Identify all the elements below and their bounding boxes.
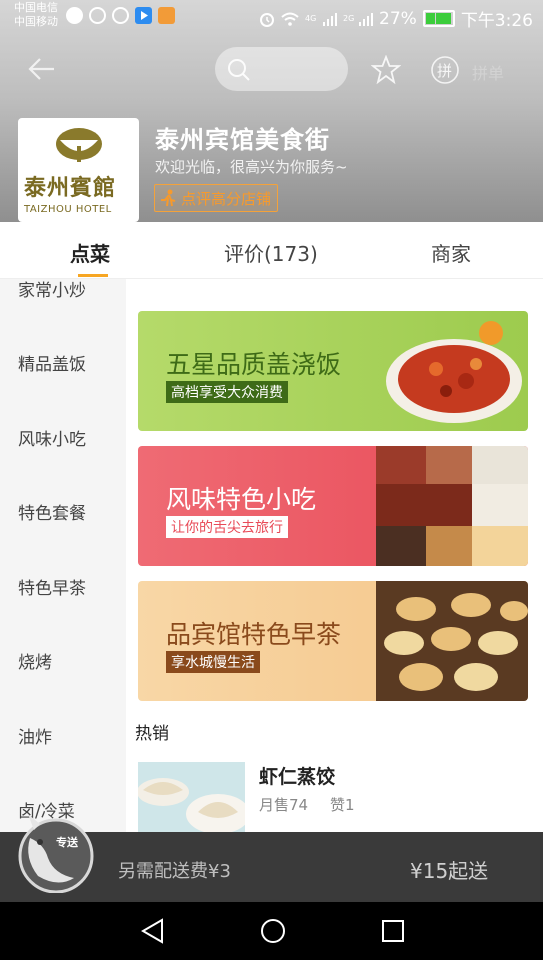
back-arrow-icon[interactable]: [26, 54, 56, 84]
tab-reviews[interactable]: 评价(173): [224, 238, 318, 267]
banner-title: 品宾馆特色早茶: [166, 620, 342, 649]
category-item[interactable]: 风味小吃: [18, 425, 86, 450]
category-sidebar: 家常小炒 精品盖饭 风味小吃 特色套餐 特色早茶 烧烤 油炸 卤/冷菜: [0, 279, 126, 832]
category-item[interactable]: 家常小炒: [18, 279, 86, 301]
promo-banner-rice[interactable]: 五星品质盖浇饭 高档享受大众消费: [138, 311, 528, 431]
notification-icon: [89, 7, 106, 24]
promo-banner-tea[interactable]: 品宾馆特色早茶 享水城慢生活: [138, 581, 528, 701]
wifi-icon: [281, 12, 299, 26]
carrier-1: 中国电信: [14, 1, 58, 14]
category-item[interactable]: 精品盖饭: [18, 350, 86, 375]
high-rating-badge: 点评高分店铺: [154, 184, 279, 212]
group-order-button[interactable]: 拼: [430, 55, 460, 85]
group-order-glyph: 拼: [437, 62, 453, 80]
search-icon: [228, 59, 250, 81]
battery-icon: [422, 10, 455, 27]
message-icon: [66, 7, 83, 24]
favorite-star-icon[interactable]: [370, 54, 402, 85]
home-circle-icon[interactable]: [259, 917, 287, 945]
signal-icon: [323, 12, 338, 26]
battery-percent: 27%: [379, 8, 417, 29]
banner-subtitle: 高档享受大众消费: [166, 381, 288, 403]
group-order-label[interactable]: 拼单: [472, 60, 504, 84]
hot-section-label: 热销: [135, 724, 169, 744]
store-logo: 泰州賓館 TAIZHOU HOTEL: [18, 118, 139, 222]
video-app-icon: [135, 7, 152, 24]
alarm-icon: [260, 12, 275, 27]
banner-subtitle: 享水城慢生活: [166, 651, 260, 673]
carrier-2: 中国移动: [14, 15, 58, 28]
dish-monthly-sales: 月售74: [259, 796, 309, 814]
status-bar: 中国电信 中国移动 4G 2G 27% 下午3:26: [0, 0, 543, 32]
minimum-order-button[interactable]: ¥15起送: [410, 855, 488, 884]
tab-merchant[interactable]: 商家: [431, 238, 471, 267]
category-item[interactable]: 烧烤: [18, 648, 52, 673]
dish-image[interactable]: [138, 762, 245, 842]
dish-likes: 赞1: [330, 796, 355, 814]
tab-order[interactable]: 点菜: [70, 238, 110, 267]
banner-title: 五星品质盖浇饭: [166, 350, 342, 379]
mascot-label: 专送: [56, 836, 78, 849]
logo-text-cn: 泰州賓館: [24, 175, 117, 201]
recents-square-icon[interactable]: [380, 918, 406, 944]
category-item[interactable]: 油炸: [18, 723, 52, 748]
dim-sum-image: [376, 581, 528, 701]
search-button[interactable]: [215, 47, 348, 91]
tab-bar: 点菜 评价(173) 商家: [0, 222, 543, 279]
back-triangle-icon[interactable]: [140, 918, 166, 944]
banner-title: 风味特色小吃: [166, 485, 317, 514]
rice-dish-image: [376, 319, 526, 429]
app-icon: [112, 7, 129, 24]
tab-active-indicator: [78, 274, 108, 277]
dish-name[interactable]: 虾仁蒸饺: [259, 762, 335, 789]
promo-banner-snacks[interactable]: 风味特色小吃 让你的舌尖去旅行: [138, 446, 528, 566]
category-item[interactable]: 特色套餐: [18, 499, 86, 524]
store-welcome: 欢迎光临，很高兴为你服务~: [155, 158, 348, 176]
badge-label: 点评高分店铺: [181, 189, 272, 208]
store-name: 泰州宾馆美食街: [155, 126, 330, 154]
network-type-1: 4G: [305, 13, 317, 23]
runner-icon: [161, 189, 176, 207]
clock: 下午3:26: [460, 11, 533, 31]
category-item[interactable]: 特色早茶: [18, 574, 86, 599]
logo-text-en: TAIZHOU HOTEL: [24, 204, 112, 215]
banner-subtitle: 让你的舌尖去旅行: [166, 516, 288, 538]
system-nav-bar: [0, 902, 543, 960]
delivery-fee-note: 另需配送费¥3: [118, 861, 231, 882]
status-indicators: 4G 2G 27% 下午3:26: [259, 6, 533, 31]
snack-collage-image: [376, 446, 528, 566]
network-type-2: 2G: [343, 13, 355, 23]
signal-icon-2: [359, 12, 374, 26]
shop-app-icon: [158, 7, 175, 24]
cart-mascot-icon[interactable]: 专送: [14, 808, 94, 894]
